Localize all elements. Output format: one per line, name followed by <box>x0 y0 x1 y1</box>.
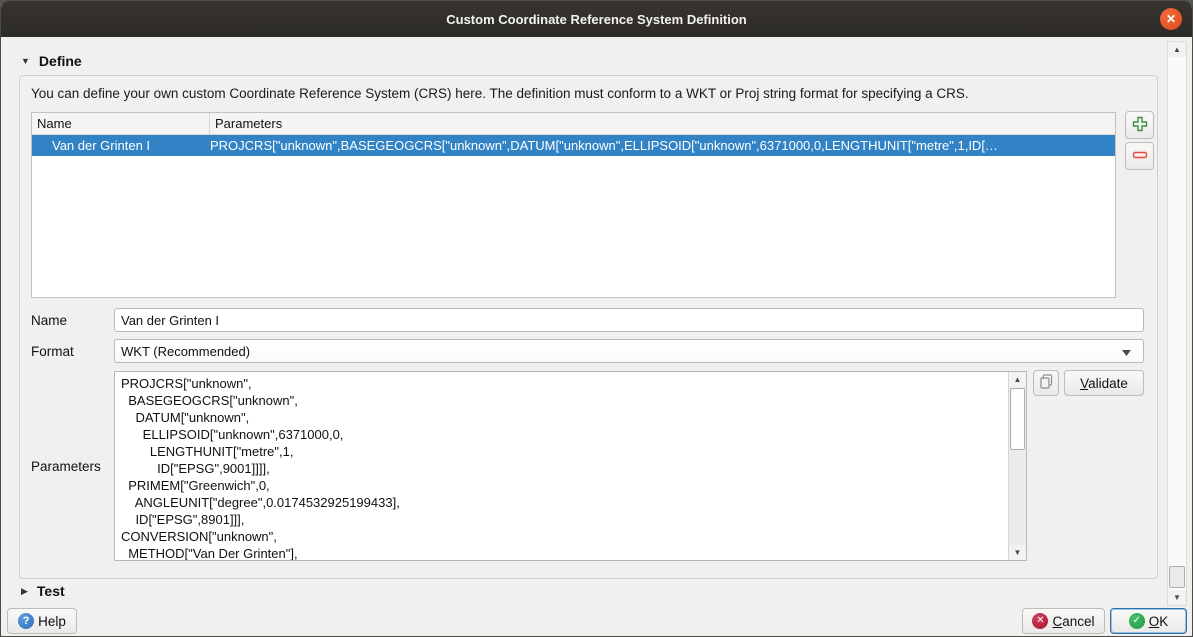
remove-crs-button[interactable] <box>1125 142 1154 170</box>
define-section-label: Define <box>39 53 82 69</box>
table-row[interactable]: Van der Grinten I PROJCRS["unknown",BASE… <box>32 135 1115 156</box>
close-icon: ✕ <box>1166 12 1176 26</box>
chevron-down-icon: ▼ <box>21 56 30 66</box>
format-selected-value: WKT (Recommended) <box>121 344 250 359</box>
chevron-right-icon: ▶ <box>21 586 28 597</box>
minus-icon <box>1132 147 1148 166</box>
ok-icon: ✓ <box>1129 613 1145 629</box>
scroll-up-icon[interactable]: ▲ <box>1009 372 1026 387</box>
ok-button-label: OK <box>1149 614 1169 629</box>
add-crs-button[interactable] <box>1125 111 1154 139</box>
cancel-button-label: Cancel <box>1052 614 1094 629</box>
titlebar: Custom Coordinate Reference System Defin… <box>1 1 1192 37</box>
validate-button[interactable]: Validate <box>1064 370 1144 396</box>
name-field-label: Name <box>31 313 67 328</box>
scroll-down-icon[interactable]: ▼ <box>1168 590 1186 605</box>
ok-button[interactable]: ✓ OK <box>1110 608 1187 634</box>
validate-button-label: Validate <box>1080 376 1128 391</box>
test-section-toggle[interactable]: ▶ Test <box>21 583 65 599</box>
test-section-label: Test <box>37 583 65 599</box>
parameters-field-label: Parameters <box>31 459 101 474</box>
help-button-label: Help <box>38 614 66 629</box>
define-section-toggle[interactable]: ▼ Define <box>21 53 82 69</box>
crs-row-name: Van der Grinten I <box>32 138 210 153</box>
format-select[interactable]: WKT (Recommended) <box>114 339 1144 363</box>
scroll-down-icon[interactable]: ▼ <box>1009 545 1026 560</box>
crs-table[interactable]: Name Parameters Van der Grinten I PROJCR… <box>31 112 1116 298</box>
crs-table-header: Name Parameters <box>32 113 1115 135</box>
scroll-up-icon[interactable]: ▲ <box>1168 42 1186 57</box>
cancel-icon: ✕ <box>1032 613 1048 629</box>
format-field-label: Format <box>31 344 74 359</box>
parameters-editor: PROJCRS["unknown", BASEGEOGCRS["unknown"… <box>114 371 1027 561</box>
name-input[interactable] <box>114 308 1144 332</box>
plus-icon <box>1132 116 1148 135</box>
window-title: Custom Coordinate Reference System Defin… <box>446 12 747 27</box>
help-button[interactable]: ? Help <box>7 608 77 634</box>
help-icon: ? <box>18 613 34 629</box>
custom-crs-dialog: Custom Coordinate Reference System Defin… <box>0 0 1193 637</box>
dialog-scrollbar[interactable]: ▲ ▼ <box>1167 41 1187 606</box>
cancel-button[interactable]: ✕ Cancel <box>1022 608 1105 634</box>
close-button[interactable]: ✕ <box>1160 8 1182 30</box>
parameters-scrollbar[interactable]: ▲ ▼ <box>1008 372 1026 560</box>
copy-icon <box>1039 374 1054 392</box>
parameters-input[interactable]: PROJCRS["unknown", BASEGEOGCRS["unknown"… <box>115 372 1009 560</box>
crs-row-parameters: PROJCRS["unknown",BASEGEOGCRS["unknown",… <box>210 138 1115 153</box>
dialog-scrollbar-thumb[interactable] <box>1169 566 1185 588</box>
column-header-parameters: Parameters <box>210 113 1115 134</box>
copy-parameters-button[interactable] <box>1033 370 1059 396</box>
chevron-down-icon <box>1122 344 1131 359</box>
parameters-scrollbar-thumb[interactable] <box>1010 388 1025 450</box>
column-header-name: Name <box>32 113 210 134</box>
crs-description-text: You can define your own custom Coordinat… <box>31 86 1131 101</box>
